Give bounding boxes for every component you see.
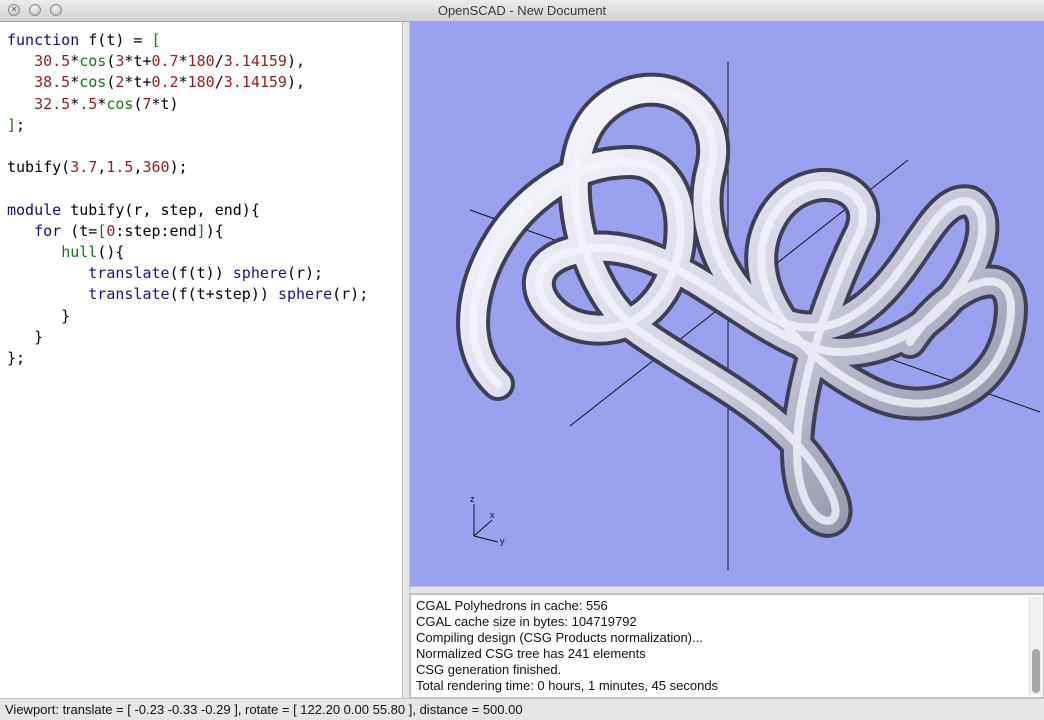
- vertical-splitter[interactable]: [403, 22, 410, 698]
- axis-y-label: y: [500, 536, 505, 546]
- code-line-3: 38.5*cos(2*t+0.2*180/3.14159),: [34, 73, 306, 92]
- console-line: Normalized CSG tree has 241 elements: [416, 645, 646, 661]
- code-line-5: ];: [7, 115, 26, 134]
- code-line-2: 30.5*cos(3*t+0.7*180/3.14159),: [34, 52, 306, 71]
- axes-indicator: z x y: [470, 494, 505, 546]
- console-panel[interactable]: CGAL Polyhedrons in cache: 556 CGAL cach…: [410, 594, 1044, 698]
- code-line-13: translate(f(t+step)) sphere(r);: [88, 285, 369, 304]
- horizontal-splitter[interactable]: [410, 586, 1044, 594]
- console-line: CGAL cache size in bytes: 104719792: [416, 613, 637, 629]
- code-text[interactable]: function f(t) = [ 30.5*cos(3*t+0.7*180/3…: [7, 30, 368, 369]
- code-line-9: module tubify(r, step, end){: [7, 200, 260, 219]
- code-line-15: }: [7, 327, 44, 346]
- code-line-4: 32.5*.5*cos(7*t): [34, 94, 179, 113]
- code-line-11: hull(){: [61, 243, 125, 262]
- console-scrollbar-thumb[interactable]: [1032, 649, 1040, 693]
- code-line-14: }: [7, 306, 71, 325]
- code-line-16: };: [7, 349, 26, 368]
- code-line-7: tubify(3.7,1.5,360);: [7, 158, 188, 177]
- axis-z-label: z: [470, 494, 475, 504]
- console-output: CGAL Polyhedrons in cache: 556 CGAL cach…: [416, 598, 718, 693]
- code-line-1: function f(t) = [: [7, 31, 161, 49]
- code-editor[interactable]: function f(t) = [ 30.5*cos(3*t+0.7*180/3…: [0, 22, 403, 698]
- console-line: CSG generation finished.: [416, 661, 562, 677]
- viewport-status: Viewport: translate = [ -0.23 -0.33 -0.2…: [5, 702, 523, 717]
- console-scrollbar[interactable]: [1029, 597, 1041, 695]
- console-line: CGAL Polyhedrons in cache: 556: [416, 598, 608, 613]
- status-bar: Viewport: translate = [ -0.23 -0.33 -0.2…: [0, 698, 1044, 720]
- knot-model: [456, 72, 1028, 538]
- console-line: Compiling design (CSG Products normaliza…: [416, 629, 703, 645]
- window-title: OpenSCAD - New Document: [437, 3, 607, 18]
- code-line-10: for (t=[0:step:end]){: [34, 221, 224, 240]
- 3d-viewport[interactable]: z x y: [410, 22, 1044, 586]
- title-bar: ✕ OpenSCAD - New Document: [0, 0, 1044, 22]
- console-line: Total rendering time: 0 hours, 1 minutes…: [416, 677, 719, 693]
- code-line-12: translate(f(t)) sphere(r);: [88, 264, 324, 283]
- render-canvas: z x y: [456, 62, 1041, 570]
- axis-x-label: x: [490, 510, 495, 520]
